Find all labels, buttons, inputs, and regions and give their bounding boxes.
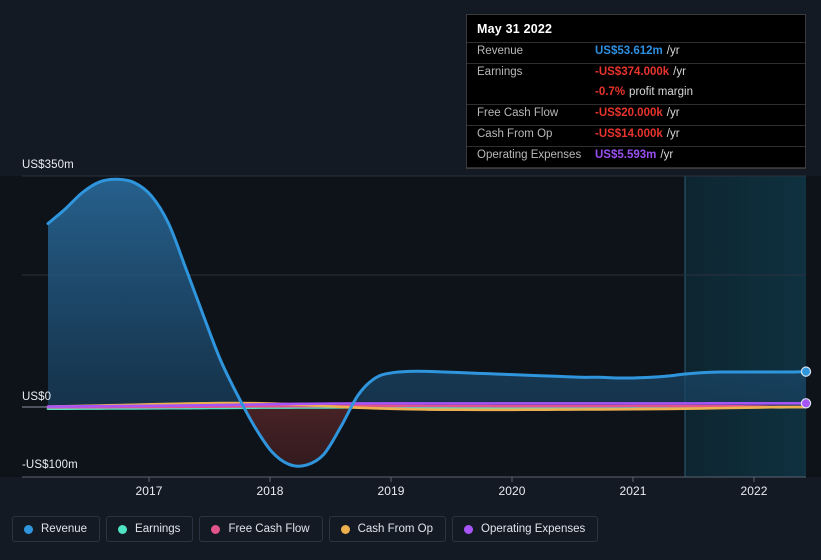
tooltip-row-value: US$53.612m/yr [595,45,680,57]
tooltip-row-value: US$5.593m/yr [595,149,674,161]
tooltip-row-unit: profit margin [629,86,693,98]
x-axis-label-2017: 2017 [135,484,163,498]
x-axis-label-2020: 2020 [498,484,526,498]
forecast-band [685,176,806,477]
legend-item-label: Earnings [135,523,181,535]
legend-item-label: Revenue [41,523,88,535]
y-axis-label-top: US$350m [22,159,74,171]
tooltip-row-key: Operating Expenses [477,149,582,161]
legend-item-earnings[interactable]: Earnings [106,516,194,542]
legend-color-dot-icon [24,524,33,534]
tooltip-row-value: -US$20.000k/yr [595,107,680,119]
tooltip-row: Operating Expenses US$5.593m/yr [467,146,805,168]
tooltip-row-key: Free Cash Flow [477,107,559,119]
tooltip-row-value: -US$14.000k/yr [595,128,680,140]
tooltip-row: Cash From Op -US$14.000k/yr [467,125,805,146]
tooltip-rows: Revenue US$53.612m/yr Earnings -US$374.000k… [467,42,805,168]
tooltip-row-key: Revenue [477,45,524,57]
tooltip-row: Revenue US$53.612m/yr [467,42,805,63]
tooltip-row: Free Cash Flow -US$20.000k/yr [467,104,805,125]
legend-item-operating-expenses[interactable]: Operating Expenses [452,516,599,542]
tooltip-row-unit: /yr [673,66,686,78]
legend-item-label: Free Cash Flow [228,523,310,535]
end-marker-operating-expenses [800,398,812,409]
legend-color-dot-icon [118,524,128,534]
tooltip-row-unit: /yr [666,128,680,140]
financial-performance-chart: US$350m US$0 -US$100m 2017 2018 2019 2020 20… [0,0,821,560]
legend-item-label: Operating Expenses [481,523,586,535]
x-axis-label-2022: 2022 [740,484,768,498]
tooltip-row-unit: /yr [666,107,680,119]
tooltip-row-key: Earnings [477,66,523,78]
x-axis-label-2019: 2019 [377,484,405,498]
tooltip-row: Earnings -US$374.000k/yr [467,63,805,84]
tooltip-row-value: -US$374.000k/yr [595,66,686,78]
legend-color-dot-icon [211,524,221,534]
tooltip-row-unit: /yr [660,149,674,161]
y-axis-label-zero: US$0 [22,391,52,403]
end-marker-revenue [800,366,812,377]
tooltip-row-value: -0.7% profit margin [595,86,693,98]
tooltip-date: May 31 2022 [477,22,553,36]
legend-item-revenue[interactable]: Revenue [12,516,101,542]
legend-color-dot-icon [340,524,350,534]
y-axis-label-bottom: -US$100m [22,459,78,471]
data-tooltip: May 31 2022 Revenue US$53.612m/yr Earnings… [466,14,806,169]
tooltip-row-unit: /yr [666,45,680,57]
x-axis-label-2021: 2021 [619,484,647,498]
x-axis-label-2018: 2018 [256,484,284,498]
legend-item-free-cash-flow[interactable]: Free Cash Flow [199,516,323,542]
legend-item-cash-from-op[interactable]: Cash From Op [328,516,447,542]
tooltip-row-key: Cash From Op [477,128,553,140]
chart-legend: Revenue Earnings Free Cash Flow Cash From O… [12,516,599,542]
tooltip-row: -0.7% profit margin [467,84,805,104]
legend-color-dot-icon [464,524,474,534]
legend-item-label: Cash From Op [357,523,434,535]
